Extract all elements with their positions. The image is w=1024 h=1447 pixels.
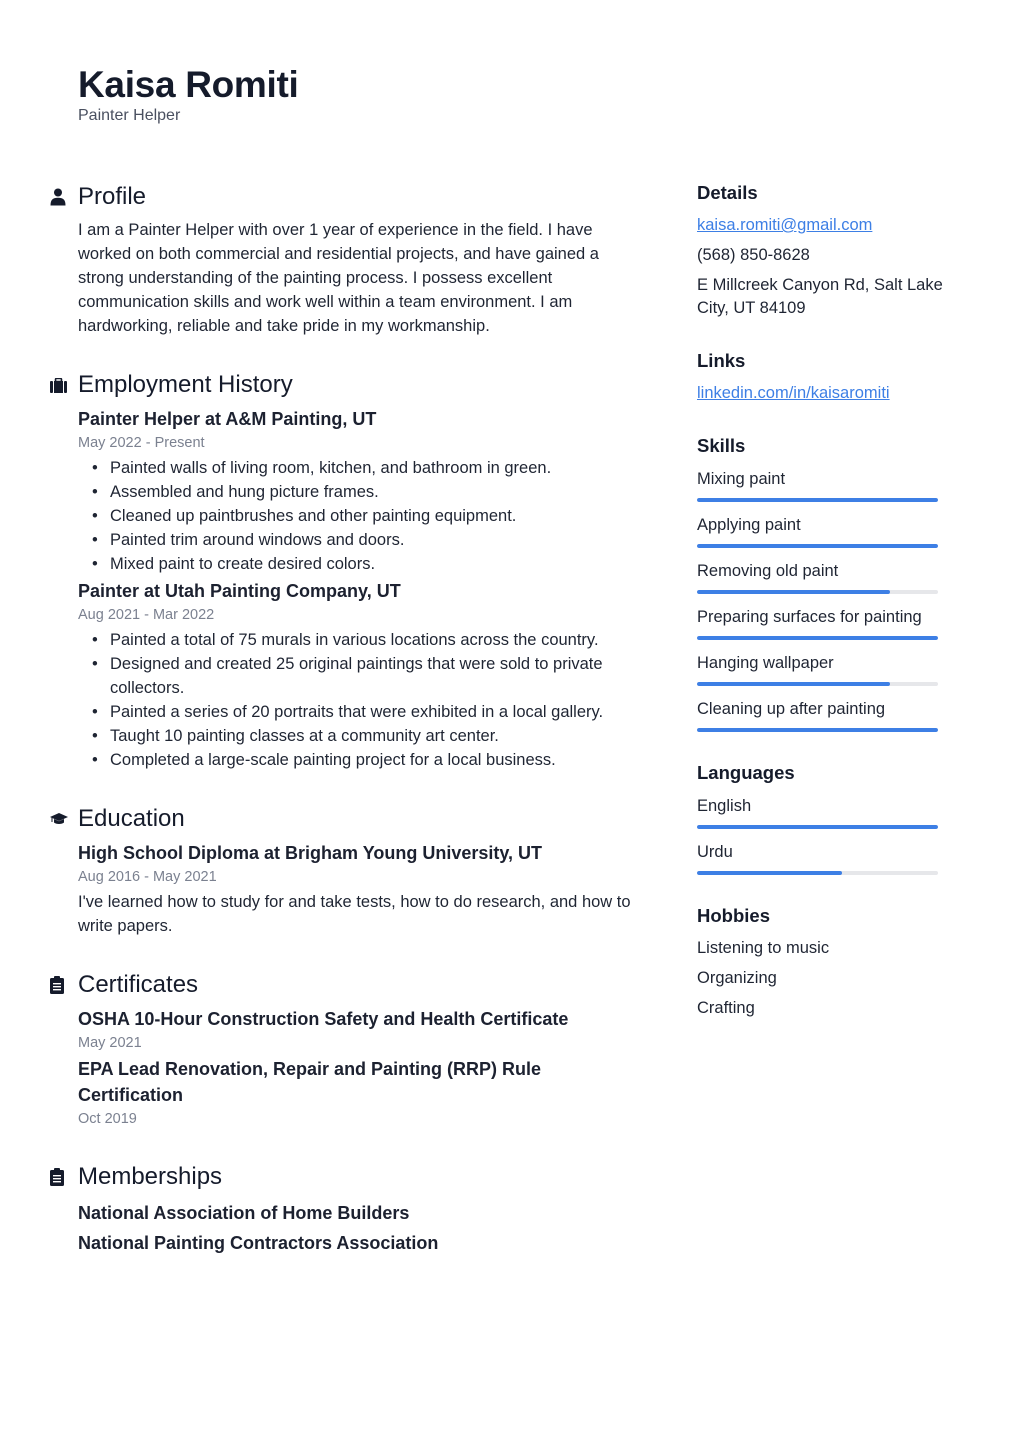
job-title: Painter Helper at A&M Painting, UT [78, 409, 377, 429]
certificate-entry: EPA Lead Renovation, Repair and Painting… [78, 1056, 648, 1130]
skill-level-fill [697, 498, 938, 502]
job-bullets: Painted a total of 75 murals in various … [78, 628, 648, 772]
section-title-employment: Employment History [78, 371, 293, 398]
clipboard-icon [48, 1168, 78, 1186]
job-dates: Aug 2021 - Mar 2022 [78, 607, 215, 623]
clipboard-icon [48, 976, 78, 994]
section-title-certificates: Certificates [78, 971, 199, 998]
bullet-item: Cleaned up paintbrushes and other painti… [92, 504, 648, 528]
certificate-entry: OSHA 10-Hour Construction Safety and Hea… [78, 1006, 648, 1054]
language-level-bar [697, 871, 938, 875]
job-entry: Painter at Utah Painting Company, UT Aug… [78, 578, 648, 772]
links-section: Links linkedin.com/in/kaisaromiti [697, 348, 957, 405]
bullet-item: Taught 10 painting classes at a communit… [92, 724, 648, 748]
section-title-memberships: Memberships [78, 1163, 223, 1190]
skills-section: Skills Mixing paint Applying paint Removin… [697, 433, 957, 732]
skill-label: Removing old paint [697, 562, 839, 580]
skill-label: Cleaning up after painting [697, 700, 886, 718]
skill-item: Cleaning up after painting [697, 697, 957, 732]
resume-name: Kaisa Romiti [78, 64, 299, 105]
linkedin-link[interactable]: linkedin.com/in/kaisaromiti [697, 382, 957, 405]
skill-item: Preparing surfaces for painting [697, 605, 957, 640]
education-description: I've learned how to study for and take t… [78, 893, 631, 935]
skill-level-bar [697, 636, 938, 640]
skill-level-fill [697, 728, 938, 732]
phone-number: (568) 850-8628 [697, 246, 810, 264]
resume-job-title: Painter Helper [78, 107, 181, 124]
certificates-section: Certificates OSHA 10-Hour Construction S… [48, 968, 648, 1130]
section-title-profile: Profile [78, 183, 147, 210]
graduation-cap-icon [48, 813, 78, 825]
skill-level-fill [697, 544, 938, 548]
language-item: English [697, 794, 957, 829]
section-title-education: Education [78, 805, 185, 832]
section-title-skills: Skills [697, 435, 746, 456]
email-link[interactable]: kaisa.romiti@gmail.com [697, 214, 957, 237]
skill-level-fill [697, 682, 890, 686]
briefcase-icon [48, 377, 78, 393]
languages-section: Languages English Urdu [697, 760, 957, 875]
bullet-item: Completed a large-scale painting project… [92, 748, 648, 772]
membership-item: National Association of Home Builders [78, 1203, 410, 1223]
certificate-title: OSHA 10-Hour Construction Safety and Hea… [78, 1009, 569, 1029]
sidebar-column: Details kaisa.romiti@gmail.com (568) 850… [697, 180, 957, 1048]
bullet-item: Mixed paint to create desired colors. [92, 552, 648, 576]
job-bullets: Painted walls of living room, kitchen, a… [78, 456, 648, 576]
bullet-item: Painted a total of 75 murals in various … [92, 628, 648, 652]
certificate-title: EPA Lead Renovation, Repair and Painting… [78, 1059, 542, 1105]
language-level-fill [697, 871, 842, 875]
skill-level-fill [697, 590, 890, 594]
bullet-item: Designed and created 25 original paintin… [92, 652, 648, 700]
skill-level-bar [697, 590, 938, 594]
certificate-date: Oct 2019 [78, 1111, 137, 1127]
details-section: Details kaisa.romiti@gmail.com (568) 850… [697, 180, 957, 320]
person-icon [48, 188, 78, 206]
hobbies-section: Hobbies Listening to music Organizing Cr… [697, 903, 957, 1020]
skill-level-bar [697, 544, 938, 548]
skill-level-bar [697, 498, 938, 502]
skill-item: Removing old paint [697, 559, 957, 594]
section-title-languages: Languages [697, 762, 795, 783]
bullet-item: Assembled and hung picture frames. [92, 480, 648, 504]
skill-item: Applying paint [697, 513, 957, 548]
education-section: Education High School Diploma at Brigham… [48, 802, 648, 938]
language-item: Urdu [697, 840, 957, 875]
section-title-details: Details [697, 182, 758, 203]
section-title-links: Links [697, 350, 746, 371]
memberships-section: Memberships National Association of Home… [48, 1160, 648, 1258]
skill-label: Applying paint [697, 516, 801, 534]
skill-level-bar [697, 682, 938, 686]
skill-label: Mixing paint [697, 470, 786, 488]
main-column: Profile I am a Painter Helper with over … [48, 180, 648, 1288]
skill-label: Hanging wallpaper [697, 654, 834, 672]
job-title: Painter at Utah Painting Company, UT [78, 581, 401, 601]
job-dates: May 2022 - Present [78, 435, 205, 451]
certificate-date: May 2021 [78, 1035, 142, 1051]
education-title: High School Diploma at Brigham Young Uni… [78, 843, 543, 863]
language-level-fill [697, 825, 938, 829]
job-entry: Painter Helper at A&M Painting, UT May 2… [78, 406, 648, 576]
skill-label: Preparing surfaces for painting [697, 608, 922, 626]
language-label: Urdu [697, 843, 733, 861]
bullet-item: Painted a series of 20 portraits that we… [92, 700, 648, 724]
section-title-hobbies: Hobbies [697, 905, 770, 926]
profile-summary: I am a Painter Helper with over 1 year o… [78, 221, 599, 335]
bullet-item: Painted trim around windows and doors. [92, 528, 648, 552]
address: E Millcreek Canyon Rd, Salt Lake City, U… [697, 276, 943, 317]
bullet-item: Painted walls of living room, kitchen, a… [92, 456, 648, 480]
language-label: English [697, 797, 752, 815]
skill-item: Hanging wallpaper [697, 651, 957, 686]
skill-item: Mixing paint [697, 467, 957, 502]
hobby-item: Listening to music [697, 939, 830, 957]
employment-section: Employment History Painter Helper at A&M… [48, 368, 648, 772]
hobby-item: Organizing [697, 969, 777, 987]
membership-item: National Painting Contractors Associatio… [78, 1233, 439, 1253]
hobby-item: Crafting [697, 999, 755, 1017]
language-level-bar [697, 825, 938, 829]
skill-level-bar [697, 728, 938, 732]
education-dates: Aug 2016 - May 2021 [78, 869, 217, 885]
profile-section: Profile I am a Painter Helper with over … [48, 180, 648, 338]
skill-level-fill [697, 636, 938, 640]
